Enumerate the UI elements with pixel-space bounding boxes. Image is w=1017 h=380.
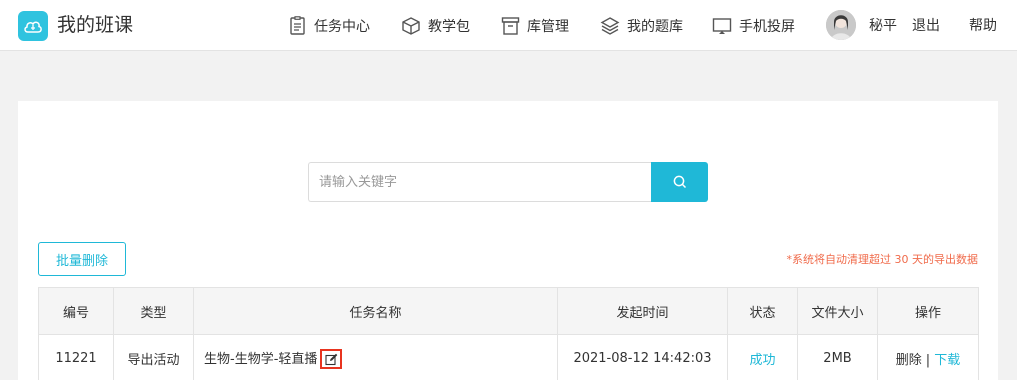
cell-id: 11221 <box>38 334 114 380</box>
download-link[interactable]: 下载 <box>934 353 960 368</box>
layers-icon <box>600 17 620 35</box>
main-panel: 批量删除 *系统将自动清理超过 30 天的导出数据 编号 类型 任务名称 发起时… <box>18 101 998 380</box>
nav-teaching-package[interactable]: 教学包 <box>401 14 470 38</box>
search-icon <box>673 175 686 189</box>
table-row: 11221 导出活动 生物-生物学-轻直播 2021-08-12 14:42:0… <box>38 334 979 380</box>
nav-task-center-label: 任务中心 <box>314 19 370 35</box>
cell-status: 成功 <box>727 334 798 380</box>
nav-task-center[interactable]: 任务中心 <box>289 14 370 38</box>
nav-library-management[interactable]: 库管理 <box>501 14 569 38</box>
document-icon <box>290 16 305 35</box>
column-header-id: 编号 <box>38 287 114 335</box>
app-title: 我的班课 <box>57 14 134 36</box>
nav-library-management-label: 库管理 <box>527 19 569 35</box>
nav-teaching-package-label: 教学包 <box>428 19 470 35</box>
batch-delete-button[interactable]: 批量删除 <box>38 242 126 276</box>
screen-cast-icon <box>712 18 732 34</box>
avatar[interactable] <box>826 10 856 40</box>
nav-screen-cast-label: 手机投屏 <box>739 19 795 35</box>
archive-icon <box>501 17 520 35</box>
nav-screen-cast[interactable]: 手机投屏 <box>712 14 795 38</box>
column-header-status: 状态 <box>727 287 798 335</box>
column-header-type: 类型 <box>113 287 194 335</box>
task-table: 编号 类型 任务名称 发起时间 状态 文件大小 操作 11221 导出活动 生物… <box>38 287 979 380</box>
cleanup-notice: *系统将自动清理超过 30 天的导出数据 <box>786 253 979 266</box>
column-header-file-size: 文件大小 <box>797 287 878 335</box>
nav-question-bank-label: 我的题库 <box>627 19 683 35</box>
username[interactable]: 秘平 <box>869 16 897 36</box>
search-input[interactable] <box>308 162 652 202</box>
edit-icon[interactable] <box>320 349 343 370</box>
cell-file-size: 2MB <box>797 334 878 380</box>
cell-task-name: 生物-生物学-轻直播 <box>193 334 558 380</box>
action-separator: | <box>925 353 931 368</box>
help-link[interactable]: 帮助 <box>969 16 997 36</box>
nav-question-bank[interactable]: 我的题库 <box>600 14 683 38</box>
search-button[interactable] <box>651 162 708 202</box>
package-icon <box>402 17 420 35</box>
app-logo-icon[interactable] <box>18 11 48 41</box>
delete-link[interactable]: 删除 <box>896 353 922 368</box>
logout-link[interactable]: 退出 <box>912 16 940 36</box>
column-header-start-time: 发起时间 <box>557 287 728 335</box>
cell-type: 导出活动 <box>113 334 194 380</box>
table-header-row: 编号 类型 任务名称 发起时间 状态 文件大小 操作 <box>38 287 979 335</box>
cell-actions: 删除 | 下载 <box>877 334 979 380</box>
task-name-text: 生物-生物学-轻直播 <box>204 351 318 367</box>
cell-start-time: 2021-08-12 14:42:03 <box>557 334 728 380</box>
top-header: 我的班课 任务中心 教学包 库管理 我的题库 手机投屏 秘平 退出 帮助 <box>0 0 1017 51</box>
column-header-task-name: 任务名称 <box>193 287 558 335</box>
column-header-actions: 操作 <box>877 287 979 335</box>
